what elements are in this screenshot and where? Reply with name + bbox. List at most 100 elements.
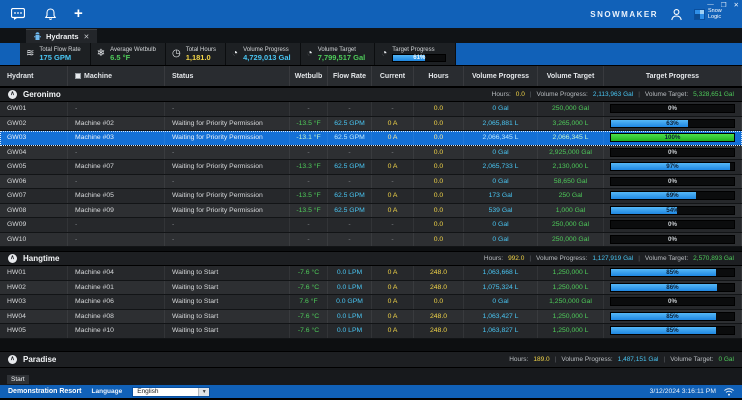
brand-logo: Snow Logic — [694, 8, 734, 20]
table-row[interactable]: GW05Machine #07Waiting for Priority Perm… — [0, 160, 742, 175]
minimize-window-icon[interactable]: — — [707, 1, 714, 9]
flow-cell: 62.5 GPM — [328, 189, 372, 203]
row-progress-percent: 0% — [611, 149, 734, 156]
target-progress-cell: 86% — [604, 281, 742, 295]
add-tab-button[interactable]: + — [74, 7, 83, 21]
row-progress-percent: 0% — [611, 298, 734, 305]
divider: | — [638, 91, 640, 98]
language-select[interactable]: English ▼ — [132, 387, 210, 397]
table-row[interactable]: GW08Machine #09Waiting for Priority Perm… — [0, 204, 742, 219]
group-header-geronimo[interactable]: ∧GeronimoHours:0.0|Volume Progress:2,113… — [0, 87, 742, 102]
hydrant-cell: GW01 — [0, 102, 68, 116]
hydrant-cell: HW02 — [0, 281, 68, 295]
group-volume-progress-value: 1,127,919 Gal — [592, 255, 633, 262]
row-progress-bar: 85% — [610, 326, 735, 335]
current-cell: 0 A — [372, 295, 414, 309]
wetbulb-cell: 7.6 °F — [290, 295, 328, 309]
language-select-value: English — [133, 388, 198, 395]
row-progress-bar: 69% — [610, 191, 735, 200]
app-title: SNOWMAKER — [590, 10, 658, 19]
target-progress-cell: 85% — [604, 324, 742, 338]
hydrant-cell: HW01 — [0, 266, 68, 280]
table-row[interactable]: GW04-----0.00 Gal2,925,000 Gal0% — [0, 146, 742, 161]
wetbulb-cell: - — [290, 146, 328, 160]
hours-cell: 248.0 — [414, 266, 464, 280]
group-name: Geronimo — [23, 90, 61, 99]
group-header-paradise[interactable]: ∧ParadiseHours:189.0|Volume Progress:1,4… — [0, 351, 742, 368]
tab-close-icon[interactable]: ✕ — [84, 33, 90, 41]
stat-card-target-progress: ◔Target Progress61% — [375, 43, 456, 65]
start-button[interactable]: Start — [7, 375, 29, 384]
target-progress-cell: 0% — [604, 295, 742, 309]
stat-card-value: 4,729,013 Gal — [243, 53, 291, 62]
user-account-icon[interactable] — [668, 6, 684, 22]
status-cell: Waiting for Priority Permission — [165, 204, 290, 218]
table-row[interactable]: GW03Machine #03Waiting for Priority Perm… — [0, 131, 742, 146]
vol-target-cell: 58,650 Gal — [538, 175, 604, 189]
hydrant-cell: GW06 — [0, 175, 68, 189]
hours-cell: 0.0 — [414, 160, 464, 174]
group-volume-progress-label: Volume Progress: — [561, 356, 612, 363]
row-progress-percent: 0% — [611, 178, 734, 185]
flow-cell: 0.0 LPM — [328, 266, 372, 280]
group-hours-label: Hours: — [484, 255, 503, 262]
maximize-window-icon[interactable]: ❐ — [721, 1, 727, 9]
group-name: Hangtime — [23, 254, 59, 263]
group-volume-target-value: 5,328,651 Gal — [693, 91, 734, 98]
group-volume-progress-value: 2,113,963 Gal — [593, 91, 633, 98]
vol-progress-cell: 2,065,881 L — [464, 117, 538, 131]
tab-hydrants[interactable]: Hydrants ✕ — [26, 29, 97, 43]
table-row[interactable]: GW06-----0.00 Gal58,650 Gal0% — [0, 175, 742, 190]
group-hours-label: Hours: — [509, 356, 528, 363]
status-cell: Waiting to Start — [165, 266, 290, 280]
flow-cell: 0.0 LPM — [328, 324, 372, 338]
table-row[interactable]: HW03Machine #06Waiting to Start7.6 °F0.0… — [0, 295, 742, 310]
group-hours-value: 0.0 — [516, 91, 525, 98]
notifications-bell-icon[interactable] — [42, 6, 58, 22]
column-header-label: Status — [172, 73, 193, 80]
target-progress-cell: 85% — [604, 310, 742, 324]
table-row[interactable]: GW01-----0.00 Gal250,000 Gal0% — [0, 102, 742, 117]
current-cell: 0 A — [372, 281, 414, 295]
table-row[interactable]: HW04Machine #08Waiting to Start-7.6 °C0.… — [0, 310, 742, 325]
resort-name: Demonstration Resort — [8, 388, 82, 395]
messages-icon[interactable] — [10, 6, 26, 22]
stat-card-value: 6.5 °F — [110, 53, 156, 62]
machine-cell: Machine #07 — [68, 160, 165, 174]
brand-logo-mark — [694, 9, 705, 20]
table-row[interactable]: GW07Machine #05Waiting for Priority Perm… — [0, 189, 742, 204]
hours-cell: 0.0 — [414, 218, 464, 232]
snowflake-icon: ❄ — [97, 49, 105, 59]
table-row[interactable]: HW01Machine #04Waiting to Start-7.6 °C0.… — [0, 266, 742, 281]
hours-cell: 248.0 — [414, 324, 464, 338]
current-cell: - — [372, 102, 414, 116]
table-row[interactable]: HW05Machine #10Waiting to Start-7.6 °C0.… — [0, 324, 742, 339]
table-row[interactable]: GW10-----0.00 Gal250,000 Gal0% — [0, 233, 742, 248]
collapse-group-icon[interactable]: ∧ — [8, 254, 17, 263]
stat-card-text: Total Hours1,181.0 — [186, 47, 216, 62]
target-progress-cell: 85% — [604, 266, 742, 280]
collapse-group-icon[interactable]: ∧ — [8, 90, 17, 99]
flow-cell: 62.5 GPM — [328, 131, 372, 145]
stat-card-value: 7,799,517 Gal — [318, 53, 366, 62]
hydrant-cell: GW07 — [0, 189, 68, 203]
close-window-icon[interactable]: ✕ — [734, 1, 739, 9]
group-volume-progress-label: Volume Progress: — [536, 255, 587, 262]
table-row[interactable]: GW02Machine #02Waiting for Priority Perm… — [0, 117, 742, 132]
row-progress-percent: 86% — [611, 284, 734, 291]
vol-target-cell: 2,130,000 L — [538, 160, 604, 174]
status-cell: Waiting for Priority Permission — [165, 131, 290, 145]
select-all-checkbox-icon[interactable] — [75, 73, 81, 79]
stat-card-value: 175 GPM — [39, 53, 80, 62]
group-volume-target-label: Volume Target: — [670, 356, 713, 363]
column-header-label: Current — [380, 73, 405, 80]
table-row[interactable]: GW09-----0.00 Gal250,000 Gal0% — [0, 218, 742, 233]
collapse-group-icon[interactable]: ∧ — [8, 355, 17, 364]
vol-progress-cell: 2,066,345 L — [464, 131, 538, 145]
group-header-hangtime[interactable]: ∧HangtimeHours:992.0|Volume Progress:1,1… — [0, 251, 742, 266]
vol-target-cell: 1,250,000 L — [538, 266, 604, 280]
row-progress-percent: 0% — [611, 105, 734, 112]
table-row[interactable]: HW02Machine #01Waiting to Start-7.6 °C0.… — [0, 281, 742, 296]
column-header-current: Current — [372, 66, 414, 86]
machine-cell: - — [68, 175, 165, 189]
